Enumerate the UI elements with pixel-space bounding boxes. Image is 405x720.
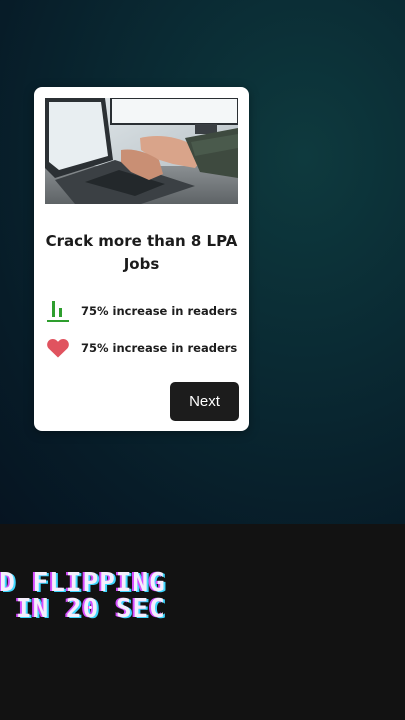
caption-band: ILD FLIPPING RD IN 20 SEC	[0, 524, 405, 720]
card-image	[45, 98, 238, 204]
laptop-photo-illustration	[45, 98, 238, 204]
flip-card: Crack more than 8 LPA Jobs 75% increase …	[34, 87, 249, 431]
stat-text: 75% increase in readers	[81, 304, 238, 318]
heart-icon	[46, 336, 70, 360]
video-background: Crack more than 8 LPA Jobs 75% increase …	[0, 0, 405, 524]
stat-text: 75% increase in readers	[81, 341, 238, 355]
next-button[interactable]: Next	[170, 382, 239, 421]
bar-chart-icon	[46, 299, 70, 323]
card-title: Crack more than 8 LPA Jobs	[45, 232, 238, 273]
stat-row-readers: 75% increase in readers	[46, 299, 237, 323]
stat-row-likes: 75% increase in readers	[46, 336, 237, 360]
caption-line-2: RD IN 20 SEC	[0, 594, 166, 624]
